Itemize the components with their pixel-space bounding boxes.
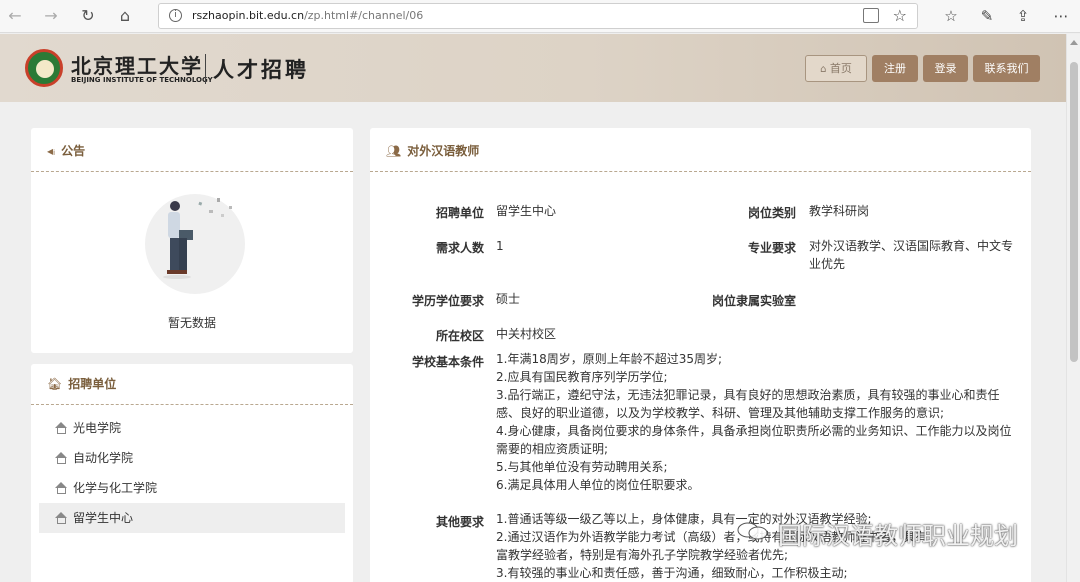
site-name: 人才招聘 (213, 58, 309, 82)
reading-view-icon[interactable] (863, 8, 879, 23)
unit-item-optoelectronics[interactable]: 光电学院 (39, 413, 345, 443)
condition-line: 4.身心健康，具备岗位要求的身体条件，具备承担岗位职责所必需的业务知识、工作能力… (496, 424, 1012, 438)
announcement-panel: ◂ᵢ 公告 暂无数据 (31, 128, 353, 353)
register-button[interactable]: 注册 (872, 55, 918, 82)
major-value: 对外汉语教学、汉语国际教育、中文专业优先 (809, 239, 1014, 271)
announcement-title-text: 公告 (61, 144, 86, 158)
login-button[interactable]: 登录 (923, 55, 968, 82)
watermark-text: 国际汉语教师职业规划 (778, 522, 1018, 550)
category-label: 岗位类别 (747, 206, 796, 220)
unit-item-label: 自动化学院 (73, 451, 134, 465)
panel-divider (31, 404, 353, 405)
other-requirements-label: 其他要求 (435, 515, 484, 529)
major-label: 专业要求 (747, 241, 796, 255)
panel-divider (370, 171, 1031, 172)
home-button[interactable]: ⌂ 首页 (805, 55, 867, 82)
school-name-cn: 北京理工大学 (71, 54, 203, 78)
condition-line: 1.年满18周岁，原则上年龄不超过35周岁; (496, 352, 723, 366)
building-icon (55, 422, 68, 434)
building-icon (55, 452, 68, 464)
people-icon: 👥︎ (386, 144, 402, 158)
unit-item-label: 光电学院 (73, 421, 122, 435)
requirement-line: 3.有较强的事业心和责任感，善于沟通，细致耐心，工作积极主动; (496, 566, 848, 580)
lab-label: 岗位隶属实验室 (711, 294, 796, 308)
units-title: 🏠︎ 招聘单位 (47, 375, 116, 392)
pen-icon[interactable]: ✎ (976, 6, 998, 26)
announcement-title: ◂ᵢ 公告 (47, 142, 85, 159)
speaker-icon: ◂ᵢ (47, 144, 56, 158)
favorite-star-icon[interactable]: ☆ (893, 6, 907, 25)
campus-value: 中关村校区 (496, 327, 557, 341)
forward-arrow-icon[interactable]: → (40, 6, 62, 26)
condition-line: 5.与其他单位没有劳动聘用关系; (496, 460, 668, 474)
house-icon: 🏠︎ (47, 377, 63, 391)
home-button-label: 首页 (829, 62, 852, 75)
address-bar[interactable]: i rszhaopin.bit.edu.cn/zp.html#/channel/… (158, 3, 918, 29)
site-info-icon[interactable]: i (169, 9, 182, 22)
wechat-logo-icon (737, 522, 768, 540)
job-detail-panel: 👥︎ 对外汉语教师 招聘单位 留学生中心 岗位类别 教学科研岗 需求人数 1 专业… (370, 128, 1031, 582)
url-text: rszhaopin.bit.edu.cn/zp.html#/channel/06 (192, 9, 423, 22)
campus-label: 所在校区 (435, 329, 484, 343)
unit-item-international-students[interactable]: 留学生中心 (39, 503, 345, 533)
panel-divider (31, 171, 353, 172)
home-icon[interactable]: ⌂ (114, 6, 136, 26)
building-icon (55, 512, 68, 524)
empty-illustration (145, 194, 245, 294)
home-small-icon: ⌂ (820, 64, 827, 75)
count-value: 1 (496, 239, 504, 253)
unit-item-chemistry[interactable]: 化学与化工学院 (39, 473, 345, 503)
url-path: /zp.html#/channel/06 (304, 9, 424, 22)
unit-item-label: 化学与化工学院 (73, 481, 158, 495)
scroll-up-arrow-icon[interactable] (1070, 40, 1078, 45)
job-title: 👥︎ 对外汉语教师 (386, 142, 479, 159)
unit-item-automation[interactable]: 自动化学院 (39, 443, 345, 473)
condition-line: 需要的相应资质证明; (496, 442, 609, 456)
back-arrow-icon[interactable]: ← (4, 6, 26, 26)
browser-toolbar: ← → ↻ ⌂ i rszhaopin.bit.edu.cn/zp.html#/… (0, 0, 1080, 33)
logo-divider (205, 54, 206, 84)
page-scrollbar[interactable] (1066, 34, 1080, 582)
condition-line: 2.应具有国民教育序列学历学位; (496, 370, 668, 384)
count-label: 需求人数 (435, 241, 484, 255)
recruiting-units-panel: 🏠︎ 招聘单位 光电学院 自动化学院 化学与化工学院 留学生中心 (31, 364, 353, 582)
refresh-icon[interactable]: ↻ (77, 6, 99, 26)
condition-line: 6.满足具体用人单位的岗位任职要求。 (496, 478, 700, 492)
basic-conditions-list: 1.年满18周岁，原则上年龄不超过35周岁; 2.应具有国民教育序列学历学位; … (496, 350, 1011, 494)
condition-line: 3.品行端正，遵纪守法，无违法犯罪记录，具有良好的思想政治素质，具有较强的事业心… (496, 388, 1000, 402)
condition-line: 感、良好的职业道德，以及为学校教学、科研、管理及其他辅助支撑工作服务的意识; (496, 406, 945, 420)
more-menu-icon[interactable]: ⋯ (1050, 6, 1072, 26)
unit-label: 招聘单位 (435, 206, 484, 220)
share-icon[interactable]: ⇪ (1012, 6, 1034, 26)
contact-button[interactable]: 联系我们 (973, 55, 1040, 82)
unit-item-label: 留学生中心 (73, 511, 134, 525)
job-title-text: 对外汉语教师 (407, 144, 480, 158)
degree-value: 硕士 (496, 292, 521, 306)
unit-value: 留学生中心 (496, 204, 557, 218)
url-host: rszhaopin.bit.edu.cn (192, 9, 305, 22)
degree-label: 学历学位要求 (411, 294, 484, 308)
category-value: 教学科研岗 (809, 204, 870, 218)
school-seal-logo[interactable] (25, 49, 63, 87)
empty-data-label: 暂无数据 (167, 316, 216, 330)
units-title-text: 招聘单位 (68, 377, 117, 391)
basic-conditions-label: 学校基本条件 (411, 355, 484, 369)
site-header: 北京理工大学 BEIJING INSTITUTE OF TECHNOLOGY 人… (0, 34, 1066, 102)
building-icon (55, 482, 68, 494)
scrollbar-thumb[interactable] (1070, 62, 1078, 362)
school-name-en: BEIJING INSTITUTE OF TECHNOLOGY (71, 76, 213, 84)
favorites-list-icon[interactable]: ☆ (940, 6, 962, 26)
